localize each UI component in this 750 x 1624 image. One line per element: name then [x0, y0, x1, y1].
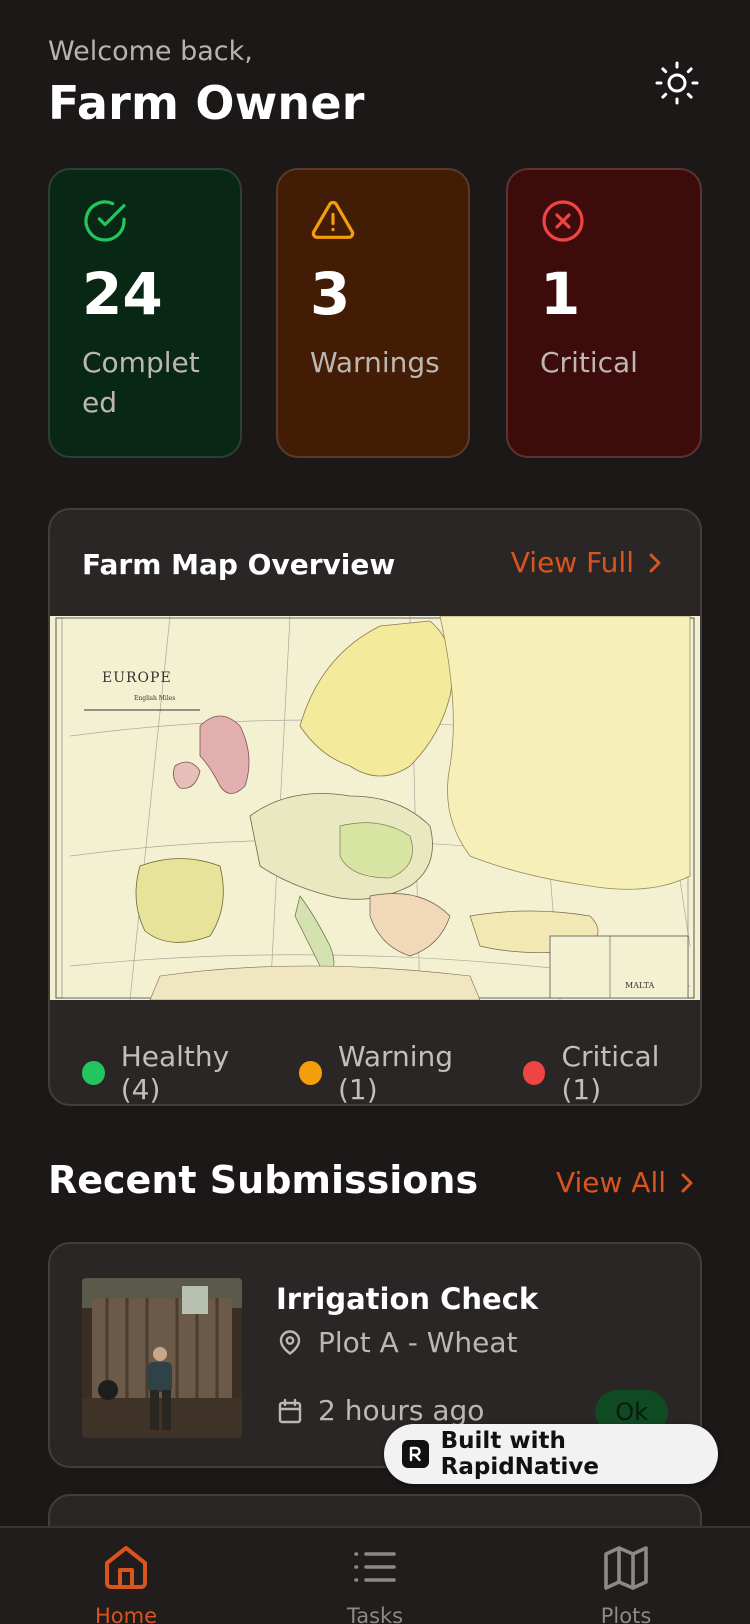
map-icon: [604, 1546, 648, 1590]
view-all-link[interactable]: View All: [556, 1166, 694, 1199]
nav-home[interactable]: Home: [56, 1542, 196, 1624]
submission-title: Irrigation Check: [276, 1282, 539, 1316]
welcome-text: Welcome back,: [48, 36, 253, 67]
map-region-label: EUROPE: [102, 670, 172, 686]
legend-label: Healthy (4): [120, 1040, 230, 1106]
home-screen: Welcome back, Farm Owner 24 Completed 3 …: [0, 0, 750, 1624]
nav-tasks[interactable]: Tasks: [305, 1542, 445, 1624]
submission-location: Plot A - Wheat: [318, 1326, 518, 1359]
europe-map-image[interactable]: MALTA EUROPE English Miles: [50, 616, 700, 1000]
home-icon: [105, 1546, 147, 1589]
map-scale-label: English Miles: [134, 695, 175, 702]
stat-label: Warnings: [310, 345, 440, 379]
page-title: Farm Owner: [48, 76, 365, 130]
submission-time: 2 hours ago: [318, 1394, 485, 1427]
nav-plots-label: Plots: [600, 1604, 652, 1624]
critical-dot-icon: [522, 1061, 546, 1085]
nav-home-label: Home: [94, 1604, 157, 1624]
check-circle-icon: [84, 200, 126, 242]
theme-toggle-button[interactable]: [654, 60, 700, 106]
chevron-right-icon: [681, 1173, 693, 1192]
healthy-dot-icon: [82, 1061, 105, 1085]
view-full-label: View Full: [510, 546, 634, 579]
sun-icon: [655, 61, 699, 105]
stat-label: Critical: [540, 345, 638, 379]
legend-item-healthy: Healthy (4): [82, 1040, 269, 1106]
x-circle-icon: [542, 200, 584, 242]
stat-card-warnings[interactable]: 3 Warnings: [276, 168, 470, 458]
view-full-link[interactable]: View Full: [511, 546, 662, 579]
stat-value: 3: [310, 260, 351, 328]
recent-submissions-title: Recent Submissions: [48, 1158, 479, 1202]
built-with-text: Built with RapidNative: [440, 1428, 599, 1480]
stat-value: 1: [540, 260, 581, 328]
bottom-nav: Home Tasks Plots: [0, 1526, 750, 1624]
map-card-header: Farm Map Overview View Full: [50, 510, 700, 616]
built-with-badge[interactable]: Built with RapidNative: [384, 1424, 718, 1484]
map-legend: Healthy (4) Warning (1) Critical (1): [82, 1040, 700, 1106]
legend-label: Critical (1): [561, 1040, 660, 1106]
warning-dot-icon: [299, 1061, 322, 1085]
warning-triangle-icon: [311, 200, 355, 239]
stat-card-critical[interactable]: 1 Critical: [506, 168, 702, 458]
chevron-right-icon: [649, 553, 661, 572]
legend-item-critical: Critical (1): [522, 1040, 700, 1106]
stat-value: 24: [82, 260, 163, 328]
submission-location-row: Plot A - Wheat: [276, 1326, 518, 1359]
farm-map-card: Farm Map Overview View Full MALTA EUROPE…: [48, 508, 702, 1106]
list-icon: [354, 1552, 396, 1582]
map-pin-icon: [279, 1329, 301, 1355]
map-inset-label: MALTA: [625, 981, 655, 990]
submission-time-row: 2 hours ago: [276, 1394, 484, 1427]
calendar-icon: [278, 1398, 302, 1423]
map-card-title: Farm Map Overview: [82, 548, 396, 581]
submission-thumbnail: [82, 1278, 242, 1438]
legend-label: Warning (1): [337, 1040, 454, 1106]
stat-label: Completed: [82, 345, 200, 419]
legend-item-warning: Warning (1): [299, 1040, 493, 1106]
nav-plots[interactable]: Plots: [556, 1542, 696, 1624]
nav-tasks-label: Tasks: [346, 1604, 404, 1624]
stat-card-completed[interactable]: 24 Completed: [48, 168, 242, 458]
rapidnative-logo-icon: [402, 1440, 429, 1468]
view-all-label: View All: [555, 1166, 666, 1199]
